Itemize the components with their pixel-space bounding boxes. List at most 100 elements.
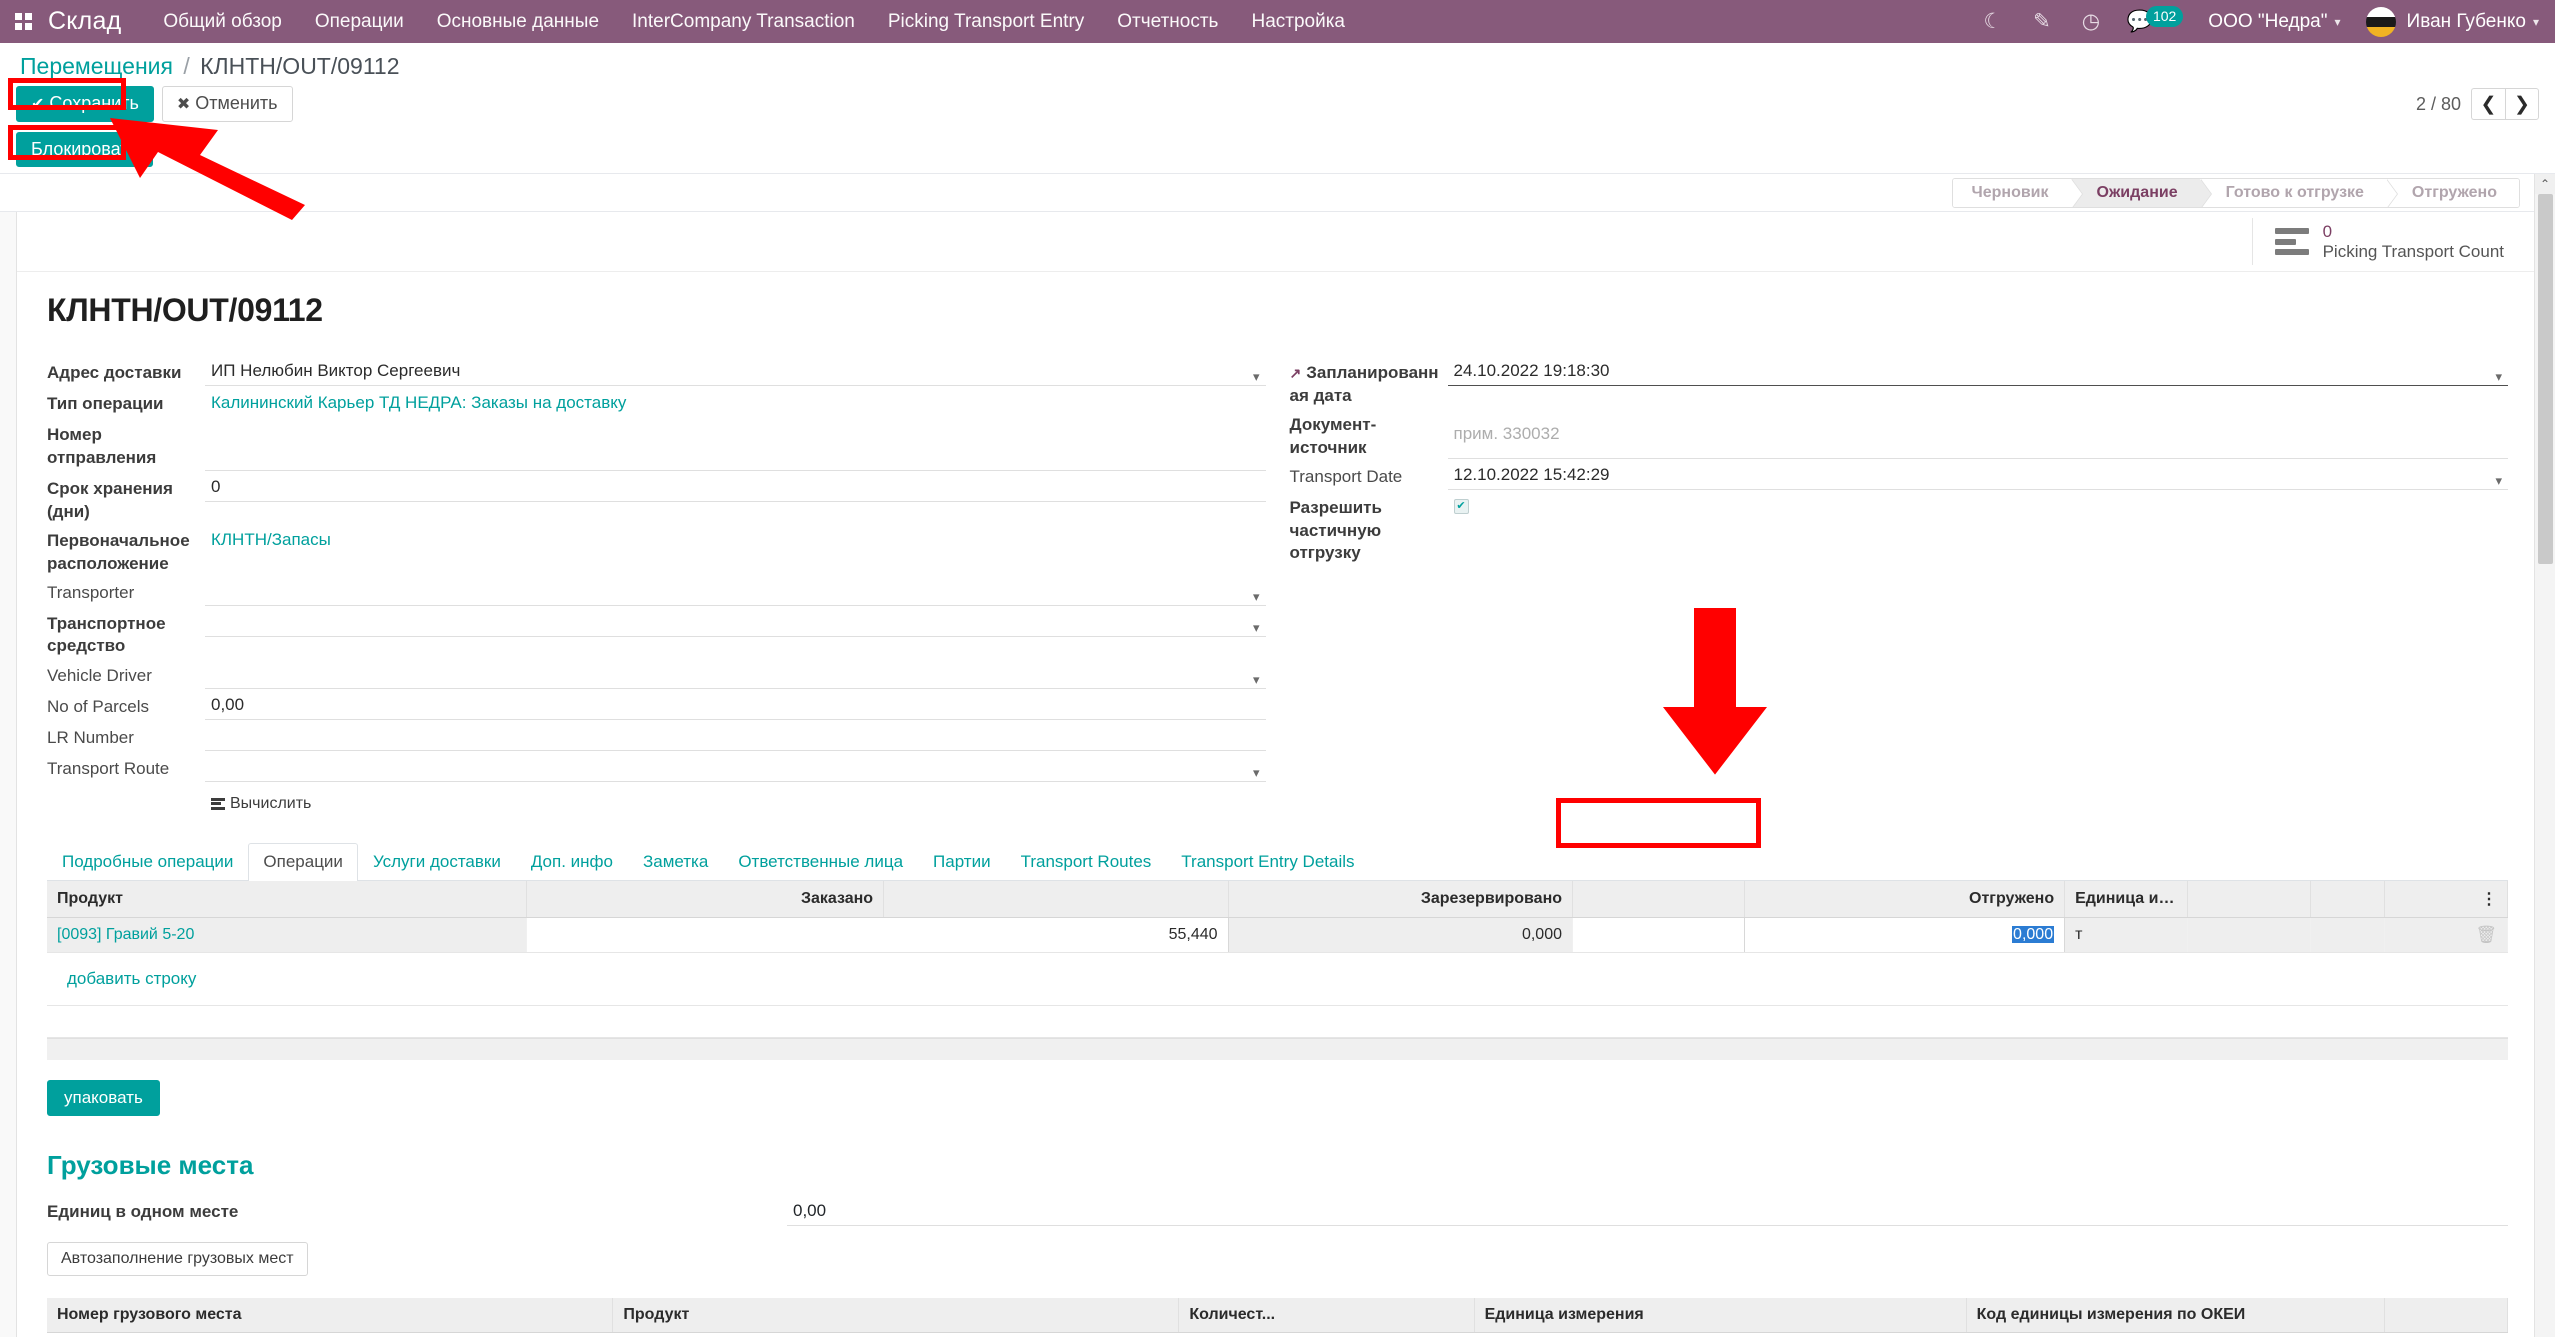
table-row[interactable]: [0093] Гравий 5-20 55,440 0,000 0,000 т … (47, 917, 2508, 952)
field-units-per-package-input[interactable]: 0,00 (787, 1197, 2508, 1226)
tab-additional-info[interactable]: Доп. инфо (516, 843, 628, 881)
discard-button[interactable]: ✖Отменить (162, 86, 293, 122)
status-done[interactable]: Отгружено (2386, 179, 2519, 207)
app-brand-title[interactable]: Склад (48, 7, 121, 36)
pager-next-button[interactable]: ❯ (2505, 88, 2539, 120)
field-operation-type-value[interactable]: Калининский Карьер ТД НЕДРА: Заказы на д… (205, 388, 1266, 417)
company-name: ООО "Недра" (2208, 11, 2327, 33)
operations-table-footer (47, 1038, 2508, 1060)
field-allow-partial-shipment: Разрешить частичную отгрузку ✔ (1290, 492, 2509, 564)
field-no-of-parcels: No of Parcels 0,00 (47, 691, 1266, 720)
lock-button[interactable]: Блокировать (16, 132, 153, 168)
chat-messages-button[interactable]: 💬 102 (2128, 10, 2183, 34)
field-vehicle-driver-input[interactable]: ▾ (205, 660, 1266, 689)
picking-transport-count-button[interactable]: 0 Picking Transport Count (2252, 218, 2522, 265)
menu-item-intercompany-transaction[interactable]: InterCompany Transaction (630, 7, 857, 37)
stat-buttons-bar: 0 Picking Transport Count (17, 212, 2538, 272)
col-ordered[interactable]: Заказано (527, 881, 884, 918)
external-link-icon[interactable]: ↗ (1290, 365, 1302, 381)
col-package-product[interactable]: Продукт (613, 1298, 1179, 1333)
field-source-location-value[interactable]: КЛНТН/Запасы (205, 525, 1266, 554)
field-lr-number-input[interactable] (205, 722, 1266, 751)
chevron-down-icon[interactable]: ▾ (1253, 766, 1260, 779)
top-navbar: Склад Общий обзор Операции Основные данн… (0, 0, 2555, 43)
company-selector[interactable]: ООО "Недра" ▾ (2208, 11, 2340, 33)
col-package-number[interactable]: Номер грузового места (47, 1298, 613, 1333)
tab-lots[interactable]: Партии (918, 843, 1006, 881)
tab-operations[interactable]: Операции (248, 843, 358, 881)
user-menu[interactable]: Иван Губенко ▾ (2366, 7, 2539, 37)
status-ready[interactable]: Готово к отгрузке (2200, 179, 2386, 207)
col-package-quantity[interactable]: Количест... (1179, 1298, 1474, 1333)
field-operation-type-label: Тип операции (47, 388, 205, 415)
cell-product[interactable]: [0093] Гравий 5-20 (47, 917, 527, 952)
col-package-uom[interactable]: Единица измерения (1474, 1298, 1966, 1333)
col-uom[interactable]: Единица измерения (2065, 881, 2188, 918)
col-done[interactable]: Отгружено (1745, 881, 2065, 918)
scrollbar-thumb[interactable] (2538, 194, 2553, 564)
field-transport-date-input[interactable]: 12.10.2022 15:42:29 ▾ (1448, 461, 2509, 490)
menu-item-reporting[interactable]: Отчетность (1115, 7, 1220, 37)
field-no-of-parcels-label: No of Parcels (47, 691, 205, 718)
done-quantity-input[interactable]: 0,000 (2012, 926, 2054, 943)
cell-reserved[interactable]: 0,000 (1228, 917, 1572, 952)
col-reserved[interactable]: Зарезервировано (1228, 881, 1572, 918)
menu-item-master-data[interactable]: Основные данные (435, 7, 601, 37)
field-delivery-address-label: Адрес доставки (47, 357, 205, 384)
pager-previous-button[interactable]: ❮ (2471, 88, 2505, 120)
add-line-link[interactable]: добавить строку (57, 960, 206, 998)
menu-item-settings[interactable]: Настройка (1249, 7, 1347, 37)
col-product[interactable]: Продукт (47, 881, 527, 918)
field-vehicle-driver: Vehicle Driver ▾ (47, 660, 1266, 689)
col-package-okei-code[interactable]: Код единицы измерения по ОКЕИ (1966, 1298, 2384, 1333)
field-no-of-parcels-input[interactable]: 0,00 (205, 691, 1266, 720)
moon-icon[interactable]: ☾ (1981, 10, 2005, 34)
apps-grid-icon[interactable] (10, 9, 36, 35)
status-waiting[interactable]: Ожидание (2071, 179, 2200, 207)
cell-done[interactable]: 0,000 (1745, 917, 2065, 952)
chevron-down-icon[interactable]: ▾ (2495, 474, 2502, 487)
tab-responsible-persons[interactable]: Ответственные лица (723, 843, 918, 881)
menu-item-overview[interactable]: Общий обзор (161, 7, 283, 37)
field-shipment-number-input[interactable] (205, 419, 1266, 471)
vertical-scrollbar[interactable]: ⌃ (2534, 174, 2555, 1337)
tab-transport-entry-details[interactable]: Transport Entry Details (1166, 843, 1369, 881)
tab-delivery-services[interactable]: Услуги доставки (358, 843, 516, 881)
cell-delete[interactable]: 🗑 (2384, 917, 2507, 952)
chevron-down-icon[interactable]: ▾ (1253, 621, 1260, 634)
cell-ordered[interactable]: 55,440 (527, 917, 1228, 952)
field-transport-route-input[interactable]: ▾ (205, 753, 1266, 782)
chevron-down-icon[interactable]: ▾ (1253, 370, 1260, 383)
discard-button-label: Отменить (195, 93, 277, 113)
col-options[interactable]: ⋮ (2384, 881, 2507, 918)
chevron-down-icon[interactable]: ▾ (1253, 590, 1260, 603)
menu-item-operations[interactable]: Операции (313, 7, 406, 37)
field-storage-days-input[interactable]: 0 (205, 473, 1266, 502)
autofill-packages-button[interactable]: Автозаполнение грузовых мест (47, 1242, 308, 1276)
avatar (2366, 7, 2396, 37)
tab-transport-routes[interactable]: Transport Routes (1006, 843, 1167, 881)
compute-button[interactable]: Вычислить (211, 795, 311, 813)
field-transporter-input[interactable]: ▾ (205, 577, 1266, 606)
tab-detailed-operations[interactable]: Подробные операции (47, 843, 248, 881)
allow-partial-shipment-checkbox[interactable]: ✔ (1454, 499, 1469, 514)
scroll-up-arrow-icon[interactable]: ⌃ (2535, 174, 2555, 194)
field-vehicle-input[interactable]: ▾ (205, 608, 1266, 637)
chevron-down-icon[interactable]: ▾ (2495, 370, 2502, 383)
tab-note[interactable]: Заметка (628, 843, 723, 881)
status-draft[interactable]: Черновик (1953, 179, 2070, 207)
edit-note-icon[interactable]: ✎ (2030, 10, 2054, 34)
product-link[interactable]: [0093] Гравий 5-20 (57, 926, 194, 943)
chevron-down-icon[interactable]: ▾ (1253, 673, 1260, 686)
breadcrumb-separator: / (183, 53, 189, 79)
field-source-document-input[interactable]: прим. 330032 (1448, 409, 2509, 459)
save-button[interactable]: ✔Сохранить (16, 86, 154, 122)
pack-button[interactable]: упаковать (47, 1080, 160, 1116)
clock-icon[interactable]: ◷ (2079, 10, 2103, 34)
menu-item-picking-transport-entry[interactable]: Picking Transport Entry (886, 7, 1086, 37)
breadcrumb-root-link[interactable]: Перемещения (20, 53, 173, 79)
trash-icon[interactable]: 🗑 (2475, 925, 2497, 944)
field-transport-date: Transport Date 12.10.2022 15:42:29 ▾ (1290, 461, 2509, 490)
field-scheduled-date-input[interactable]: 24.10.2022 19:18:30 ▾ (1448, 357, 2509, 386)
field-delivery-address-input[interactable]: ИП Нелюбин Виктор Сергеевич ▾ (205, 357, 1266, 386)
